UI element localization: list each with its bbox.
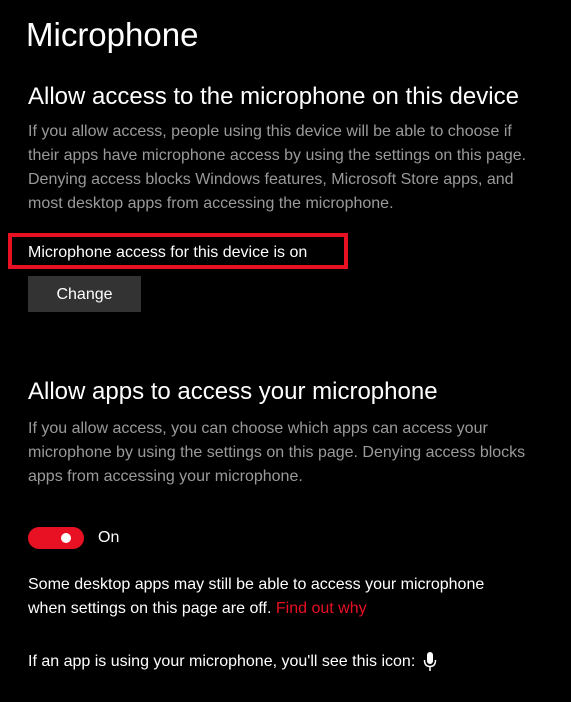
description-line: microphone by using the settings on this… <box>28 444 526 461</box>
change-button[interactable]: Change <box>28 276 141 312</box>
page-title: Microphone <box>26 16 199 53</box>
icon-note: If an app is using your microphone, you'… <box>28 650 437 674</box>
description-line: If you allow access, people using this d… <box>28 123 512 140</box>
description-line: apps from accessing your microphone. <box>28 468 303 485</box>
apps-section-title: Allow apps to access your microphone <box>28 378 438 405</box>
toggle-knob <box>61 533 71 543</box>
description-line: most desktop apps from accessing the mic… <box>28 195 394 212</box>
description-line: Denying access blocks Windows features, … <box>28 171 514 188</box>
icon-note-text: If an app is using your microphone, you'… <box>28 653 416 670</box>
find-out-why-link[interactable]: Find out why <box>276 600 367 617</box>
description-line: If you allow access, you can choose whic… <box>28 420 488 437</box>
apps-section-description: If you allow access, you can choose whic… <box>28 417 568 489</box>
apps-access-toggle[interactable] <box>28 527 84 549</box>
microphone-icon <box>423 652 437 672</box>
desktop-apps-note: Some desktop apps may still be able to a… <box>28 573 568 621</box>
note-line: when settings on this page are off. Find… <box>28 597 568 621</box>
device-access-status: Microphone access for this device is on <box>28 244 308 261</box>
note-line-text: when settings on this page are off. <box>28 600 272 617</box>
device-section-title: Allow access to the microphone on this d… <box>28 83 519 110</box>
toggle-state-label: On <box>98 529 120 546</box>
device-section-description: If you allow access, people using this d… <box>28 120 568 216</box>
description-line: their apps have microphone access by usi… <box>28 147 527 164</box>
note-line: Some desktop apps may still be able to a… <box>28 576 485 593</box>
